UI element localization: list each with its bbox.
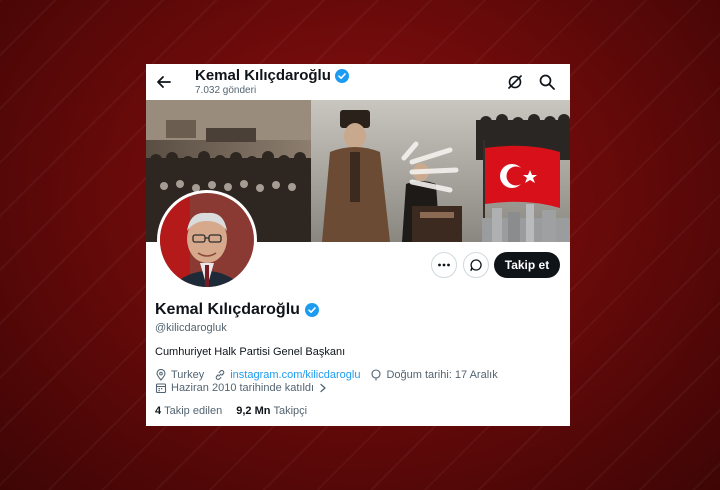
verified-badge-icon <box>304 303 319 317</box>
birthday-icon <box>371 369 381 381</box>
header-title: Kemal Kılıçdaroğlu <box>195 67 349 84</box>
header-name: Kemal Kılıçdaroğlu <box>195 67 331 84</box>
calendar-icon <box>155 383 167 394</box>
profile-name-row: Kemal Kılıçdaroğlu <box>155 301 319 319</box>
profile-avatar[interactable] <box>157 190 257 290</box>
back-arrow-icon[interactable] <box>154 72 174 92</box>
joined-text: Haziran 2010 tarihinde katıldı <box>171 382 315 394</box>
following-stat[interactable]: 4 Takip edilen <box>155 405 222 417</box>
followers-label: Takipçi <box>273 405 308 417</box>
profile-meta-row-1: Turkey instagram.com/kilicdaroglu Doğum … <box>155 369 498 381</box>
grok-icon[interactable] <box>506 73 524 91</box>
follow-stats: 4 Takip edilen 9,2 Mn Takipçi <box>155 405 307 417</box>
verified-badge-icon <box>334 68 349 83</box>
following-label: Takip edilen <box>164 405 223 417</box>
posts-count: 7.032 gönderi <box>195 85 257 96</box>
website-item: instagram.com/kilicdaroglu <box>214 369 360 381</box>
birthday-text: Doğum tarihi: 17 Aralık <box>386 369 498 381</box>
message-button[interactable] <box>463 252 489 278</box>
chevron-right-icon <box>320 383 326 393</box>
following-count: 4 <box>155 405 162 417</box>
link-icon <box>215 370 225 380</box>
location-item: Turkey <box>155 369 204 381</box>
location-icon <box>156 369 166 381</box>
top-bar: Kemal Kılıçdaroğlu 7.032 gönderi <box>146 64 570 100</box>
website-link[interactable]: instagram.com/kilicdaroglu <box>230 369 360 381</box>
avatar-image <box>160 193 254 287</box>
followers-count: 9,2 Mn <box>236 405 271 417</box>
profile-name: Kemal Kılıçdaroğlu <box>155 301 300 318</box>
profile-handle: @kilicdarogluk <box>155 322 227 334</box>
followers-stat[interactable]: 9,2 Mn Takipçi <box>236 405 307 417</box>
search-icon[interactable] <box>538 73 556 91</box>
more-button[interactable] <box>431 252 457 278</box>
profile-bio: Cumhuriyet Halk Partisi Genel Başkanı <box>155 346 346 358</box>
follow-button[interactable]: Takip et <box>494 252 560 278</box>
birthday-item: Doğum tarihi: 17 Aralık <box>370 369 498 381</box>
location-text: Turkey <box>171 369 205 381</box>
more-icon <box>438 263 450 267</box>
profile-card: Kemal Kılıçdaroğlu 7.032 gönderi Takip e… <box>146 64 570 426</box>
profile-meta-row-2[interactable]: Haziran 2010 tarihinde katıldı <box>155 382 328 394</box>
message-icon <box>470 259 482 272</box>
